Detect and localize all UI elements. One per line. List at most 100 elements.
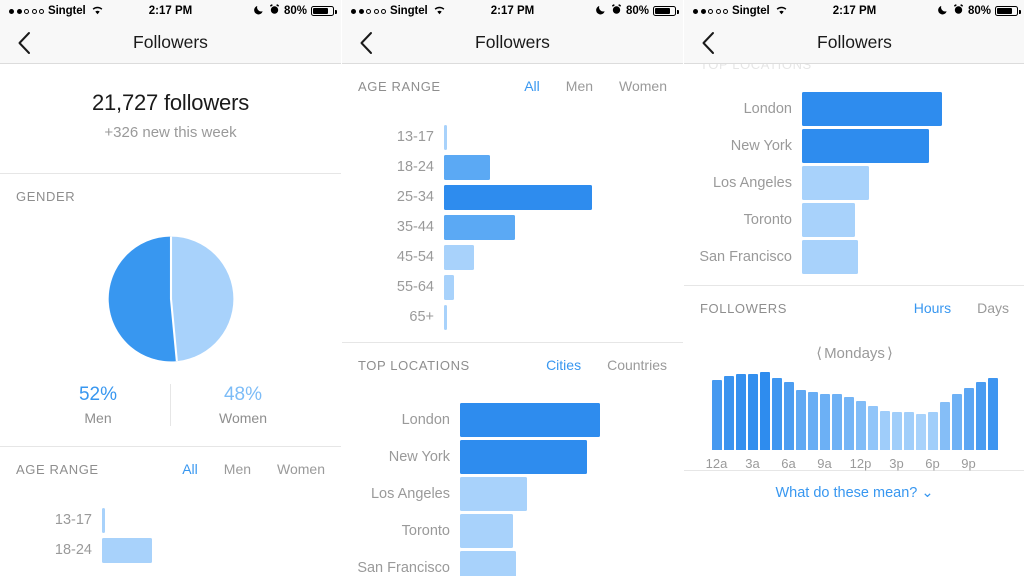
loc-tab-countries[interactable]: Countries (607, 357, 667, 373)
hour-bar (711, 379, 722, 450)
bar-track (460, 438, 683, 475)
current-day-label: Mondays (824, 344, 885, 362)
bar-label: 13-17 (54, 512, 92, 528)
alarm-clock-icon (269, 4, 280, 18)
bar-row: Los Angeles (342, 475, 683, 512)
bar-track (460, 475, 683, 512)
carrier-name: Singtel (732, 5, 770, 17)
bar (802, 91, 942, 126)
followers-tab-hours[interactable]: Hours (914, 300, 951, 316)
back-button[interactable] (0, 22, 48, 64)
hour-bar (927, 411, 938, 450)
hour-bar (939, 402, 950, 450)
nav-bar: Followers (0, 22, 341, 64)
what-do-these-mean-label: What do these mean? (775, 485, 918, 501)
battery-icon (653, 5, 679, 17)
status-bar-right: 80% (938, 4, 1021, 18)
gender-legend-women: 48% Women (170, 384, 315, 426)
moon-icon (596, 4, 607, 18)
bar-track (802, 238, 1024, 275)
bar-label: 35-44 (396, 219, 434, 235)
hour-bar (975, 381, 986, 450)
bar-row: New York (342, 438, 683, 475)
bar (460, 476, 528, 511)
hour-bar (807, 391, 818, 450)
battery-percent: 80% (283, 5, 307, 17)
age-tab-all[interactable]: All (524, 78, 540, 94)
screen-followers-locations-hours: Singtel 2:17 PM 80% Followers TOP LOCATI… (684, 0, 1024, 576)
age-range-section-header: AGE RANGE All Men Women (342, 64, 683, 108)
age-tab-women[interactable]: Women (619, 78, 667, 94)
bar-label: New York (388, 448, 450, 465)
bar-row: San Francisco (342, 549, 683, 576)
hour-bar (855, 400, 866, 450)
age-range-section-title: AGE RANGE (358, 78, 441, 94)
status-bar-right: 80% (254, 4, 337, 18)
bar-row: 18-24 (0, 535, 341, 565)
age-range-section-header: AGE RANGE All Men Women (0, 447, 341, 491)
bar-track (444, 212, 683, 242)
followers-summary: 21,727 followers +326 new this week (0, 64, 341, 173)
bar-label: Los Angeles (370, 485, 450, 502)
gender-pie-chart (0, 218, 341, 368)
bar-row: Toronto (342, 512, 683, 549)
screen-followers-overview: Singtel 2:17 PM 80% Followers 21,727 fol… (0, 0, 341, 576)
bar-label: 18-24 (396, 159, 434, 175)
bar-label: New York (730, 137, 792, 154)
loc-tab-cities[interactable]: Cities (546, 357, 581, 373)
bar-track (460, 512, 683, 549)
bar-row: London (684, 90, 1024, 127)
hour-bar (903, 411, 914, 450)
hour-bar (795, 389, 806, 450)
top-locations-bar-chart: London New York Los Angeles Toronto San Fran… (342, 387, 683, 576)
bar-row: 45-54 (342, 242, 683, 272)
age-range-section-title: AGE RANGE (16, 461, 99, 477)
back-button[interactable] (684, 22, 732, 64)
page-title: Followers (817, 32, 892, 52)
age-tab-all[interactable]: All (182, 461, 198, 477)
bar-track (802, 201, 1024, 238)
men-percent: 52% (78, 384, 118, 405)
bar-row: 65+ (342, 302, 683, 332)
bar (444, 244, 474, 270)
bar (444, 274, 455, 300)
hour-bar (783, 382, 794, 450)
back-button[interactable] (342, 22, 390, 64)
bar (802, 165, 870, 200)
bar (444, 154, 490, 180)
bar-label: 13-17 (396, 129, 434, 145)
bar-track (102, 535, 341, 565)
alarm-clock-icon (611, 4, 622, 18)
bar-label: Toronto (743, 211, 792, 228)
prev-day-button[interactable]: ⟨ (816, 344, 822, 362)
status-bar-right: 80% (596, 4, 679, 18)
followers-tabs: Hours Days (914, 300, 1009, 316)
carrier-name: Singtel (48, 5, 86, 17)
status-bar: Singtel 2:17 PM 80% (684, 0, 1024, 22)
moon-icon (254, 4, 265, 18)
gender-legend: 52% Men 48% Women (26, 384, 315, 426)
hour-bar (843, 396, 854, 450)
age-tab-men[interactable]: Men (566, 78, 593, 94)
age-tab-women[interactable]: Women (277, 461, 325, 477)
bar-track (444, 122, 683, 152)
screen-followers-age-locations: Singtel 2:17 PM 80% Followers AGE RANGE … (342, 0, 683, 576)
bar-label: 45-54 (396, 249, 434, 265)
gender-section-header: GENDER (0, 174, 341, 218)
nav-bar: Followers (684, 22, 1024, 64)
what-do-these-mean-link[interactable]: What do these mean? ⌄ (684, 471, 1024, 515)
top-locations-section-header: TOP LOCATIONS Cities Countries (342, 343, 683, 387)
bar-track (444, 152, 683, 182)
age-tab-men[interactable]: Men (224, 461, 251, 477)
bar-track (444, 272, 683, 302)
women-label: Women (219, 410, 267, 426)
bar-label: 55-64 (396, 279, 434, 295)
bar-row: 13-17 (342, 122, 683, 152)
hour-bar (723, 375, 734, 450)
bar (102, 537, 152, 563)
bar (802, 239, 858, 274)
age-range-bar-chart: 13-17 18-24 (0, 491, 341, 575)
hour-bar (879, 411, 890, 450)
followers-tab-days[interactable]: Days (977, 300, 1009, 316)
next-day-button[interactable]: ⟩ (887, 344, 893, 362)
